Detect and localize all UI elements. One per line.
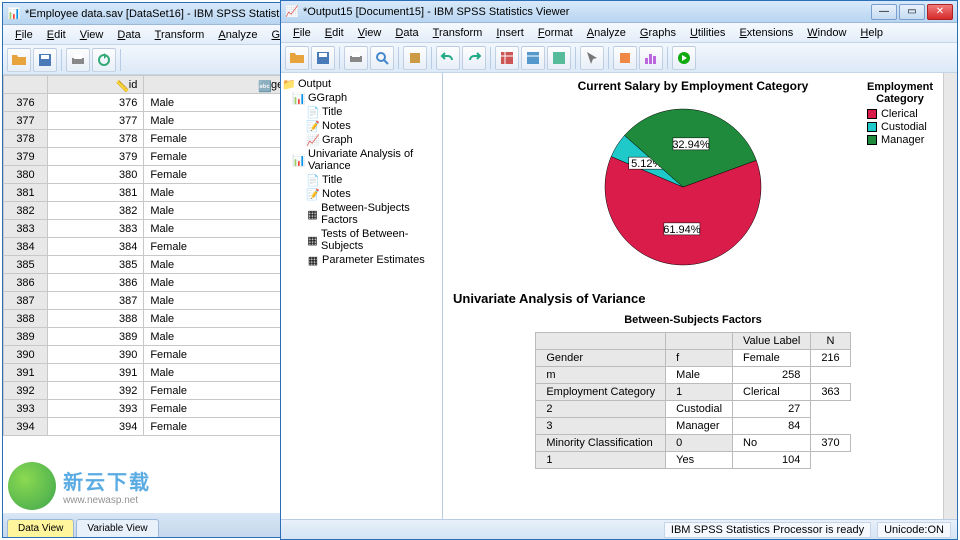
menu-window[interactable]: Window — [801, 25, 852, 41]
tree-icon: 📄 — [307, 106, 319, 118]
variables-button[interactable] — [547, 46, 571, 70]
tab-variable-view[interactable]: Variable View — [76, 519, 158, 537]
menu-view[interactable]: View — [352, 25, 388, 41]
table-row: 3Manager84 — [536, 418, 850, 435]
tree-icon: 📄 — [307, 174, 319, 186]
menu-extensions[interactable]: Extensions — [733, 25, 799, 41]
menu-analyze[interactable]: Analyze — [581, 25, 632, 41]
menu-graphs[interactable]: Graphs — [634, 25, 682, 41]
outline-item[interactable]: ▦Between-Subjects Factors — [283, 201, 440, 227]
menu-utilities[interactable]: Utilities — [684, 25, 731, 41]
scrollbar[interactable] — [943, 73, 957, 519]
tree-icon: 📈 — [307, 134, 319, 146]
outline-item[interactable]: 📝Notes — [283, 187, 440, 201]
menu-file[interactable]: File — [287, 25, 317, 41]
menu-file[interactable]: File — [9, 27, 39, 43]
undo-button[interactable] — [436, 46, 460, 70]
menu-insert[interactable]: Insert — [490, 25, 530, 41]
outline-item[interactable]: ▦Tests of Between-Subjects — [283, 227, 440, 253]
tree-icon: ▦ — [307, 254, 319, 266]
menu-format[interactable]: Format — [532, 25, 579, 41]
tree-icon: 📝 — [307, 188, 319, 200]
goto-data-button[interactable] — [495, 46, 519, 70]
outline-item[interactable]: 📊GGraph — [283, 91, 440, 105]
table-row: Minority Classification0No370 — [536, 435, 850, 452]
menu-edit[interactable]: Edit — [319, 25, 350, 41]
app-icon: 📊 — [7, 7, 21, 21]
recall-button[interactable] — [92, 48, 116, 72]
output-viewer-window: 📈 *Output15 [Document15] - IBM SPSS Stat… — [280, 0, 958, 540]
table-row: 1Yes104 — [536, 452, 850, 469]
insert-button[interactable] — [613, 46, 637, 70]
open-button[interactable] — [285, 46, 309, 70]
print-button[interactable] — [344, 46, 368, 70]
outline-item[interactable]: 📝Notes — [283, 119, 440, 133]
menu-data[interactable]: Data — [111, 27, 146, 43]
app-icon: 📈 — [285, 5, 299, 19]
menu-edit[interactable]: Edit — [41, 27, 72, 43]
open-button[interactable] — [7, 48, 31, 72]
outline-item[interactable]: 📈Graph — [283, 133, 440, 147]
outline-item[interactable]: 📁Output — [283, 77, 440, 91]
legend-title: EmploymentCategory — [867, 81, 933, 105]
status-bar: IBM SPSS Statistics Processor is ready U… — [281, 519, 957, 539]
chart-title: Current Salary by Employment Category — [453, 79, 933, 93]
col-id[interactable]: 📏id — [48, 76, 144, 94]
select-button[interactable] — [580, 46, 604, 70]
svg-text:32.94%: 32.94% — [672, 139, 710, 151]
table-title: Between-Subjects Factors — [453, 314, 933, 326]
table-row: 2Custodial27 — [536, 401, 850, 418]
tree-icon: ▦ — [307, 208, 318, 220]
svg-text:61.94%: 61.94% — [663, 224, 701, 236]
tree-icon: ▦ — [307, 234, 318, 246]
section-title: Univariate Analysis of Variance — [453, 291, 933, 306]
legend-item: Clerical — [867, 108, 933, 120]
save-button[interactable] — [311, 46, 335, 70]
status-ready: IBM SPSS Statistics Processor is ready — [664, 522, 871, 538]
menu-analyze[interactable]: Analyze — [212, 27, 263, 43]
factors-table: Value LabelNGenderfFemale216mMale258Empl… — [535, 332, 850, 469]
window-title: *Output15 [Document15] - IBM SPSS Statis… — [303, 6, 871, 18]
menu-transform[interactable]: Transform — [149, 27, 211, 43]
tree-icon: 📊 — [293, 154, 305, 166]
menu-view[interactable]: View — [74, 27, 110, 43]
watermark-logo-icon — [8, 462, 56, 510]
watermark: 新云下载www.newasp.net — [8, 462, 151, 510]
menu-transform[interactable]: Transform — [427, 25, 489, 41]
tree-icon: 📊 — [293, 92, 305, 104]
menu-data[interactable]: Data — [389, 25, 424, 41]
toolbar — [281, 43, 957, 73]
pie-chart: 61.94%5.12%32.94% — [453, 97, 933, 277]
outline-item[interactable]: 📄Title — [283, 105, 440, 119]
close-button[interactable]: ✕ — [927, 4, 953, 20]
output-viewer[interactable]: Current Salary by Employment Category Em… — [443, 73, 943, 519]
tree-icon: 📝 — [307, 120, 319, 132]
legend-item: Manager — [867, 134, 933, 146]
tab-data-view[interactable]: Data View — [7, 519, 74, 537]
table-row: Employment Category1Clerical363 — [536, 384, 850, 401]
outline-item[interactable]: 📊Univariate Analysis of Variance — [283, 147, 440, 173]
table-row: mMale258 — [536, 367, 850, 384]
print-button[interactable] — [66, 48, 90, 72]
titlebar[interactable]: 📈 *Output15 [Document15] - IBM SPSS Stat… — [281, 1, 957, 23]
export-button[interactable] — [403, 46, 427, 70]
outline-item[interactable]: 📄Title — [283, 173, 440, 187]
save-button[interactable] — [33, 48, 57, 72]
chart-legend: EmploymentCategory ClericalCustodialMana… — [867, 81, 933, 147]
status-unicode: Unicode:ON — [877, 522, 951, 538]
chart-button[interactable] — [639, 46, 663, 70]
tree-icon: 📁 — [283, 78, 295, 90]
table-row: GenderfFemale216 — [536, 350, 850, 367]
run-button[interactable] — [672, 46, 696, 70]
outline-item[interactable]: ▦Parameter Estimates — [283, 253, 440, 267]
menubar: FileEditViewDataTransformInsertFormatAna… — [281, 23, 957, 43]
preview-button[interactable] — [370, 46, 394, 70]
minimize-button[interactable]: — — [871, 4, 897, 20]
legend-item: Custodial — [867, 121, 933, 133]
menu-help[interactable]: Help — [854, 25, 889, 41]
maximize-button[interactable]: ▭ — [899, 4, 925, 20]
outline-pane[interactable]: 📁Output📊GGraph📄Title📝Notes📈Graph📊Univari… — [281, 73, 443, 519]
redo-button[interactable] — [462, 46, 486, 70]
goto-case-button[interactable] — [521, 46, 545, 70]
